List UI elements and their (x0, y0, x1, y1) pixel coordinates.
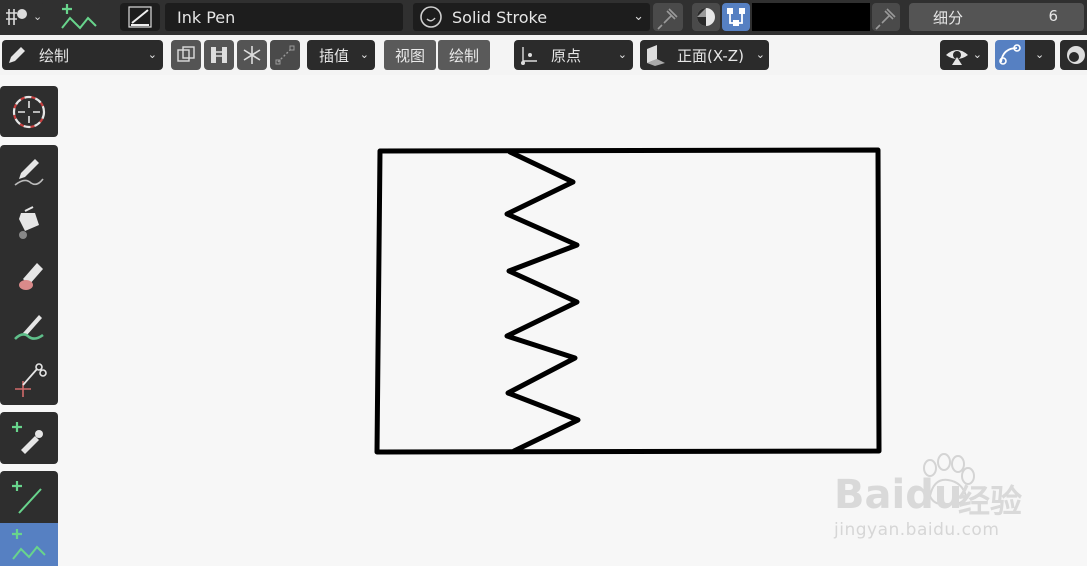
eraser-icon (19, 263, 43, 290)
chevron-down-icon: ⌄ (972, 48, 982, 61)
polyline-tool[interactable] (0, 523, 58, 566)
erase-tool[interactable] (0, 249, 58, 301)
chevron-down-icon: ⌄ (33, 10, 43, 23)
cursor-tool[interactable] (0, 86, 58, 137)
interpolate-label: 插值 (319, 46, 350, 65)
cutter-tool[interactable] (0, 353, 58, 405)
shading-button[interactable] (1060, 40, 1087, 70)
rectangle-stroke (374, 147, 882, 455)
plane-icon (647, 45, 665, 66)
draw-label: 绘制 (448, 46, 479, 65)
color-mode-icon (697, 8, 715, 26)
color-mode-vertex-button[interactable] (722, 3, 750, 31)
draw-menu-button[interactable]: 绘制 (438, 40, 490, 70)
brush-icon (128, 6, 152, 28)
chevron-down-icon: ⌄ (755, 48, 765, 61)
snowflake-icon (243, 46, 261, 64)
overlay-icon (999, 44, 1021, 65)
zigzag-stroke (504, 149, 581, 454)
brush-name-text: Ink Pen (177, 7, 236, 27)
pencil-icon (9, 47, 25, 63)
edit-lines-button[interactable] (204, 40, 234, 70)
gp-mode-icon (6, 9, 27, 25)
watermark-url: jingyan.baidu.com (834, 520, 1000, 540)
eyedropper-icon (12, 422, 43, 454)
draw-tool[interactable] (0, 145, 58, 197)
chevron-down-icon: ⌄ (1035, 48, 1045, 61)
vertex-color-icon (727, 8, 745, 26)
tint-tool[interactable] (0, 301, 58, 353)
view-label: 视图 (394, 46, 425, 65)
active-tool-icon-button[interactable] (58, 3, 102, 31)
visibility-dropdown[interactable]: ⌄ (940, 40, 988, 70)
chevron-down-icon: ⌄ (359, 48, 369, 61)
curve-icon (275, 45, 295, 65)
mode-label: 绘制 (39, 46, 70, 65)
line-icon (12, 481, 42, 514)
watermark-brand: Baidu (834, 472, 963, 518)
pencil-draw-icon (14, 159, 44, 186)
brush-name-field[interactable]: Ink Pen (165, 3, 403, 31)
interpolate-dropdown[interactable]: 插值 ⌄ (307, 40, 375, 70)
chevron-down-icon: ⌄ (617, 48, 627, 61)
curve-edit-button[interactable] (270, 40, 300, 70)
pivot-label: 原点 (551, 46, 582, 65)
pin-icon (875, 8, 896, 30)
orientation-label: 正面(X-Z) (677, 46, 744, 65)
paint-bucket-icon (19, 206, 39, 239)
multiframe-button[interactable] (171, 40, 201, 70)
pin-icon (657, 8, 678, 30)
shading-icon (1067, 46, 1085, 64)
stroke-tool-icon (61, 4, 97, 30)
crosshair-cursor-icon (12, 95, 46, 128)
fill-tool[interactable] (0, 197, 58, 249)
polyline-icon (12, 528, 46, 560)
eye-icon (946, 50, 968, 65)
chevron-down-icon: ⌄ (147, 48, 157, 61)
tint-brush-icon (14, 315, 44, 340)
material-name-text: Solid Stroke (452, 7, 548, 27)
material-selector[interactable]: Solid Stroke ⌄ (413, 3, 650, 31)
watermark-sub: 经验 (958, 482, 1023, 520)
subdivision-value: 6 (1048, 7, 1058, 25)
cutter-scissors-icon (15, 363, 47, 397)
material-sphere-icon (420, 6, 442, 28)
pin-color-button[interactable] (872, 3, 900, 31)
view-menu-button[interactable]: 视图 (384, 40, 436, 70)
snap-button[interactable] (237, 40, 267, 70)
viewport-header: 绘制 ⌄ 插值 ⌄ 视图 绘制 原点 ⌄ 正面(X-Z) ⌄ ⌄ ⌄ (0, 35, 1087, 75)
overlay-toggle-button[interactable] (995, 40, 1025, 70)
brush-preview-button[interactable] (120, 3, 160, 31)
edit-lines-icon (211, 47, 227, 63)
subdivision-label: 细分 (933, 9, 964, 27)
orientation-dropdown[interactable]: 正面(X-Z) ⌄ (640, 40, 769, 70)
baidu-watermark: Baidu 经验 jingyan.baidu.com (830, 448, 1080, 548)
pin-material-button[interactable] (653, 3, 683, 31)
tool-settings-header: ⌄ Ink Pen Solid Stroke ⌄ 细分 6 (0, 0, 1087, 35)
subdivision-field[interactable]: 细分 6 (909, 3, 1084, 31)
pivot-icon (521, 47, 537, 65)
overlay-dropdown[interactable]: ⌄ (1025, 40, 1055, 70)
eyedropper-tool[interactable] (0, 412, 58, 464)
line-tool[interactable] (0, 471, 58, 523)
gp-mode-button[interactable]: ⌄ (3, 3, 45, 31)
mode-dropdown[interactable]: 绘制 ⌄ (2, 40, 163, 70)
color-mode-material-button[interactable] (692, 3, 720, 31)
chevron-down-icon: ⌄ (633, 9, 644, 24)
multiframe-icon (177, 46, 195, 62)
stroke-color-swatch[interactable] (752, 3, 870, 31)
pivot-dropdown[interactable]: 原点 ⌄ (514, 40, 633, 70)
